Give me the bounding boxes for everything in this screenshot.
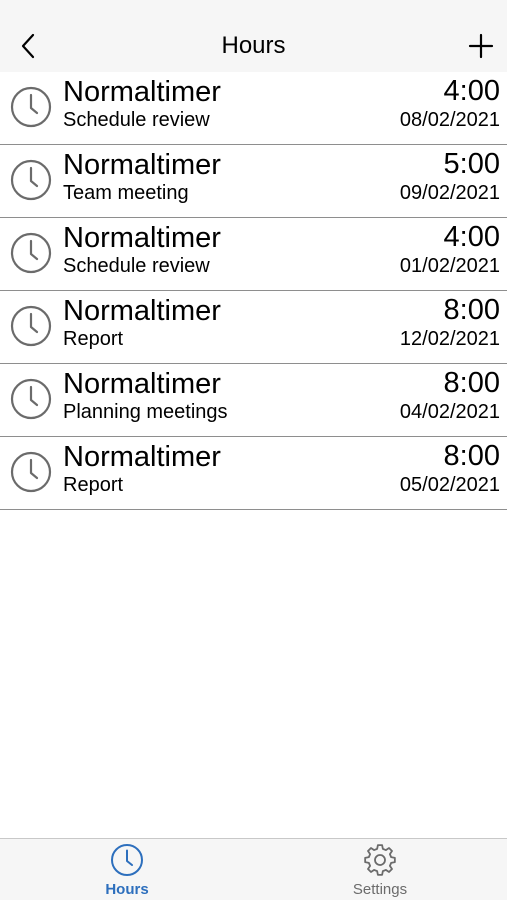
hours-list: Normaltimer Schedule review 4:00 08/02/2… [0,72,507,510]
tab-hours-label: Hours [105,881,149,898]
tab-hours[interactable]: Hours [67,839,187,901]
clock-icon [10,378,52,420]
entry-date: 01/02/2021 [399,255,500,277]
entry-title: Normaltimer [63,295,221,327]
gear-icon [364,844,396,876]
clock-icon [10,232,52,274]
tab-settings[interactable]: Settings [320,839,440,901]
plus-icon [468,33,494,59]
entry-hours: 8:00 [443,294,500,326]
entry-title: Normaltimer [63,76,221,108]
entry-activity: Team meeting [63,182,189,204]
clock-icon [111,844,143,876]
entry-hours: 8:00 [443,367,500,399]
entry-activity: Report [63,328,124,350]
list-item[interactable]: Normaltimer Planning meetings 8:00 04/02… [0,364,507,437]
list-item[interactable]: Normaltimer Team meeting 5:00 09/02/2021 [0,145,507,218]
list-item[interactable]: Normaltimer Report 8:00 05/02/2021 [0,437,507,510]
list-item[interactable]: Normaltimer Schedule review 4:00 01/02/2… [0,218,507,291]
entry-activity: Report [63,474,124,496]
clock-icon [10,159,52,201]
list-item[interactable]: Normaltimer Schedule review 4:00 08/02/2… [0,72,507,145]
entry-title: Normaltimer [63,441,221,473]
entry-date: 04/02/2021 [399,401,500,423]
clock-icon [10,451,52,493]
entry-activity: Schedule review [63,109,210,131]
add-entry-button[interactable] [465,30,497,62]
entry-title: Normaltimer [63,368,221,400]
entry-hours: 5:00 [443,148,500,180]
entry-date: 09/02/2021 [399,182,500,204]
entry-activity: Planning meetings [63,401,228,423]
entry-date: 12/02/2021 [399,328,500,350]
list-item[interactable]: Normaltimer Report 8:00 12/02/2021 [0,291,507,364]
entry-title: Normaltimer [63,222,221,254]
navigation-bar: Hours [0,0,507,72]
entry-hours: 4:00 [443,75,500,107]
entry-title: Normaltimer [63,149,221,181]
entry-activity: Schedule review [63,255,210,277]
clock-icon [10,305,52,347]
tab-settings-label: Settings [352,881,408,898]
tab-bar: Hours Settings [0,838,507,900]
entry-hours: 8:00 [443,440,500,472]
entry-date: 05/02/2021 [399,474,500,496]
clock-icon [10,86,52,128]
page-title: Hours [221,32,286,59]
entry-date: 08/02/2021 [399,109,500,131]
entry-hours: 4:00 [443,221,500,253]
